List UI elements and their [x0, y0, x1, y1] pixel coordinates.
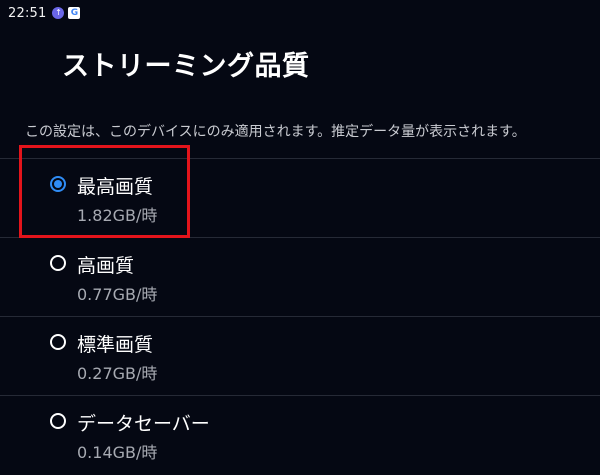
upload-notification-icon: ↑ [52, 7, 65, 19]
option-label: 最高画質 [77, 176, 154, 198]
option-high-quality[interactable]: 高画質 0.77GB/時 [0, 238, 600, 316]
status-bar: 22:51 ↑ G [0, 0, 600, 26]
settings-description: この設定は、このデバイスにのみ適用されます。推定データ量が表示されます。 [25, 124, 526, 140]
option-data-usage: 0.14GB/時 [77, 443, 158, 462]
option-label: データセーバー [77, 413, 210, 435]
radio-unselected-icon[interactable] [50, 334, 66, 350]
option-data-usage: 0.27GB/時 [77, 364, 158, 383]
option-label: 標準画質 [77, 334, 154, 356]
option-data-saver[interactable]: データセーバー 0.14GB/時 [0, 396, 600, 474]
radio-selected-icon[interactable] [50, 176, 66, 192]
streaming-quality-screen: 22:51 ↑ G ストリーミング品質 この設定は、このデバイスにのみ適用されま… [0, 0, 600, 475]
quality-options-list: 最高画質 1.82GB/時 高画質 0.77GB/時 標準画質 0.27GB/時… [0, 158, 600, 474]
page-title: ストリーミング品質 [62, 51, 310, 82]
option-highest-quality[interactable]: 最高画質 1.82GB/時 [0, 159, 600, 237]
status-time: 22:51 [8, 5, 47, 21]
option-data-usage: 1.82GB/時 [77, 206, 158, 225]
radio-unselected-icon[interactable] [50, 255, 66, 271]
google-icon: G [68, 7, 81, 19]
option-standard-quality[interactable]: 標準画質 0.27GB/時 [0, 317, 600, 395]
radio-unselected-icon[interactable] [50, 413, 66, 429]
option-data-usage: 0.77GB/時 [77, 285, 158, 304]
option-label: 高画質 [77, 255, 135, 277]
